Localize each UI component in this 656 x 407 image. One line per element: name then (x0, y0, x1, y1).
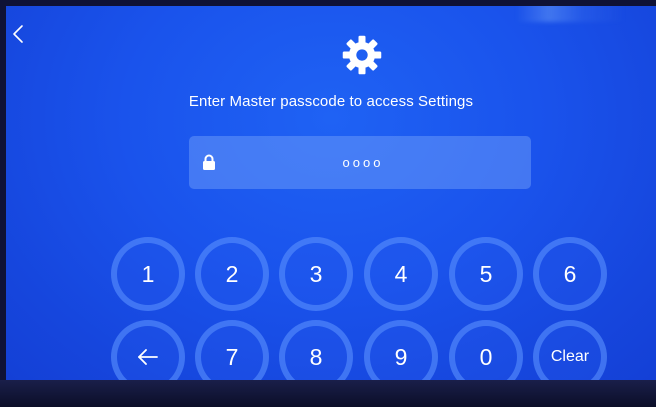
passcode-masked-value: oooo (342, 155, 384, 170)
key-label: 4 (394, 260, 408, 287)
key-label: 9 (394, 343, 408, 370)
passcode-field[interactable]: oooo (189, 136, 531, 189)
key-label: 6 (563, 260, 577, 287)
key-0[interactable]: 0 (449, 320, 523, 380)
key-label: 7 (225, 343, 239, 370)
key-label: 0 (479, 343, 493, 370)
page-title: Enter Master passcode to access Settings (188, 93, 474, 110)
key-label: 1 (141, 260, 155, 287)
key-3[interactable]: 3 (279, 237, 353, 311)
gear-icon (342, 35, 382, 75)
key-2[interactable]: 2 (195, 237, 269, 311)
arrow-left-icon (138, 349, 158, 365)
settings-passcode-screen: Enter Master passcode to access Settings… (6, 6, 656, 380)
backspace-button[interactable] (111, 320, 185, 380)
device-bezel (0, 380, 656, 407)
key-label: 2 (225, 260, 239, 287)
clear-label: Clear (550, 348, 590, 365)
chevron-left-icon (13, 25, 23, 43)
key-label: 3 (309, 260, 323, 287)
key-label: 5 (479, 260, 493, 287)
clear-button[interactable]: Clear (533, 320, 607, 380)
key-5[interactable]: 5 (449, 237, 523, 311)
key-6[interactable]: 6 (533, 237, 607, 311)
key-7[interactable]: 7 (195, 320, 269, 380)
key-9[interactable]: 9 (364, 320, 438, 380)
device-frame: Enter Master passcode to access Settings… (0, 0, 656, 407)
screen-glare (516, 6, 626, 22)
key-1[interactable]: 1 (111, 237, 185, 311)
key-8[interactable]: 8 (279, 320, 353, 380)
key-label: 8 (309, 343, 323, 370)
back-button[interactable] (8, 22, 28, 46)
key-4[interactable]: 4 (364, 237, 438, 311)
